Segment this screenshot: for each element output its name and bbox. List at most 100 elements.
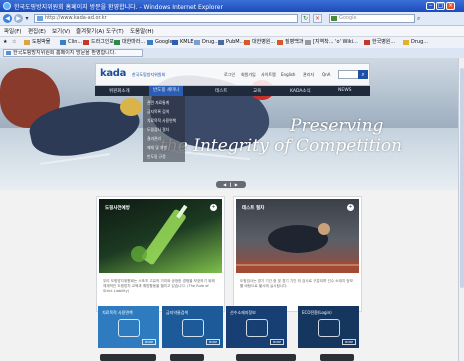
url-text: http://www.kada-ad.or.kr (45, 15, 107, 21)
quick-tile[interactable]: 선수소재지정보 MORE (226, 306, 287, 348)
refresh-icon[interactable]: ↻ (301, 14, 310, 23)
slider-controls[interactable]: ◀ ‖ ▶ (216, 181, 246, 188)
util-admin[interactable]: 관리자 (303, 72, 314, 78)
scrollbar-thumb[interactable] (460, 68, 464, 288)
ie-icon (3, 2, 11, 10)
fav-item[interactable]: Clin... (60, 39, 82, 46)
bottom-tab[interactable] (236, 354, 296, 361)
gnb-item[interactable]: KADA소식 (290, 88, 311, 94)
gnb-item[interactable]: 교육 (253, 88, 261, 94)
fav-icon (218, 40, 224, 45)
logo-text: kada (100, 68, 127, 79)
submenu-item[interactable]: 도핑검사 절차 (147, 127, 169, 133)
page-content: Preserving the Integrity of Competition … (0, 58, 458, 361)
submenu-item[interactable]: 치료목적 사용면책 (147, 118, 176, 124)
hero-helmet (120, 98, 142, 116)
gnb-item[interactable]: 위원회소개 (109, 88, 130, 94)
submenu-item[interactable]: 관련 자료통계 (147, 100, 169, 106)
gnb-item-active[interactable]: 반도핑 세미나 (149, 86, 184, 96)
fav-item[interactable]: 대한병원... (244, 39, 275, 46)
tile-more-button[interactable]: MORE (342, 339, 356, 345)
fav-item[interactable]: 한국병원... (364, 39, 395, 46)
submenu-item[interactable]: 결과관리 (147, 136, 161, 142)
util-sitemap[interactable]: 사이트맵 (261, 72, 276, 78)
tile-label: 치료목적 사용면책 (102, 310, 133, 315)
menu-help[interactable]: 도움말(H) (130, 27, 154, 35)
bottom-tab[interactable] (320, 354, 354, 361)
favorites-star-icon[interactable]: ★ (3, 39, 7, 46)
bottom-tab[interactable] (170, 354, 204, 361)
window-title: 한국도핑방지위원회 홈페이지 방문을 환영합니다. - Windows Inte… (14, 4, 223, 11)
menu-view[interactable]: 보기(V) (52, 27, 70, 35)
forward-icon[interactable]: ▶ (14, 14, 23, 23)
fav-item[interactable]: Drug... (403, 39, 428, 46)
card-image: 도핑사전예방 + (99, 199, 222, 273)
hero-subheadline: the Integrity of Competition (160, 136, 403, 156)
submenu-item[interactable]: 금지목록 검색 (147, 109, 169, 115)
quick-tile[interactable]: 치료목적 사용면책 MORE (98, 306, 159, 348)
more-icon[interactable]: + (347, 204, 354, 211)
quick-tile[interactable]: ECO전환(Login) MORE (298, 306, 359, 348)
more-icon[interactable]: + (210, 204, 217, 211)
global-nav: 위원회소개 반도핑 세미나 테스트 교육 KADA소식 NEWS (95, 86, 370, 96)
search-placeholder: Google (339, 15, 357, 21)
add-favorite-icon[interactable]: ☆ (12, 39, 16, 46)
back-icon[interactable]: ◀ (3, 14, 12, 23)
bottom-tab[interactable] (100, 354, 156, 361)
close-button[interactable]: × (446, 2, 455, 10)
page-icon (37, 16, 43, 21)
menu-file[interactable]: 파일(F) (4, 27, 22, 35)
tile-label: ECO전환(Login) (302, 310, 332, 315)
menu-edit[interactable]: 편집(E) (28, 27, 46, 35)
promo-card[interactable]: 도핑사전예방 + 우리 도핑방지위원회는 스포츠 고유의 가치와 공정한 경쟁을… (96, 196, 225, 312)
tab-current[interactable]: 한국도핑방지위원회 홈페이지 방문을 환영합니다. (3, 49, 143, 57)
card-description: 우리 도핑방지위원회는 스포츠 고유의 가치와 공정한 경쟁을 보호하기 위해 … (103, 279, 215, 293)
fav-item[interactable]: 드라그인포 (83, 39, 114, 46)
maximize-button[interactable]: □ (436, 2, 445, 10)
fav-item[interactable]: [지역착... 'o' Wiki... (305, 39, 358, 46)
history-dropdown-icon[interactable]: ▾ (24, 14, 30, 23)
tile-more-button[interactable]: MORE (270, 339, 284, 345)
stop-icon[interactable]: × (313, 14, 322, 23)
fav-item[interactable]: 도핑박물 (24, 39, 50, 46)
fav-item[interactable]: Drug... (194, 39, 219, 46)
search-input[interactable]: Google (329, 14, 415, 23)
tab-label: 한국도핑방지위원회 홈페이지 방문을 환영합니다. (13, 50, 116, 56)
util-qna[interactable]: QnA (322, 72, 330, 77)
minimize-button[interactable]: – (426, 2, 435, 10)
tile-more-button[interactable]: MORE (206, 339, 220, 345)
menu-favorites[interactable]: 즐겨찾기(A) (76, 27, 104, 35)
menu-tools[interactable]: 도구(T) (106, 27, 124, 35)
promo-card[interactable]: 테스트 절차 + 도핑검사는 경기 기간 중 및 경기 기간 외 검사로 구분되… (233, 196, 362, 312)
vertical-scrollbar[interactable] (458, 58, 464, 361)
fav-item[interactable]: KMLE (172, 39, 194, 46)
fav-item[interactable]: 대한마라... (114, 39, 145, 46)
fav-icon (403, 40, 409, 45)
fav-icon (305, 40, 311, 45)
site-search-icon[interactable]: ⌕ (358, 70, 368, 79)
tile-icon (182, 319, 204, 337)
url-field[interactable]: http://www.kada-ad.or.kr (34, 14, 298, 23)
util-join[interactable]: 회원가입 (241, 72, 256, 78)
util-login[interactable]: 로그인 (224, 72, 235, 78)
fav-icon (244, 40, 250, 45)
fav-icon (172, 40, 178, 45)
fav-item[interactable]: 질병백과 (277, 39, 303, 46)
fav-item[interactable]: Google (147, 39, 173, 46)
util-english[interactable]: English (281, 72, 295, 77)
fav-icon (24, 40, 30, 45)
gnb-item[interactable]: 테스트 (215, 88, 227, 94)
submenu-item[interactable]: 제재 및 처벌 (147, 145, 167, 151)
tile-more-button[interactable]: MORE (142, 339, 156, 345)
tile-label: 금지약물검색 (166, 310, 189, 315)
google-icon (147, 40, 153, 45)
tile-icon (246, 319, 268, 337)
quick-tile[interactable]: 금지약물검색 MORE (162, 306, 223, 348)
gnb-item[interactable]: NEWS (338, 88, 352, 93)
hero-banner: Preserving the Integrity of Competition … (0, 58, 458, 190)
tile-icon (118, 319, 140, 337)
search-icon[interactable]: ⌕ (417, 15, 420, 23)
fav-item[interactable]: PubM... (218, 39, 244, 46)
submenu-item[interactable]: 반도핑 규정 (147, 154, 166, 160)
site-search-input[interactable] (338, 70, 360, 79)
